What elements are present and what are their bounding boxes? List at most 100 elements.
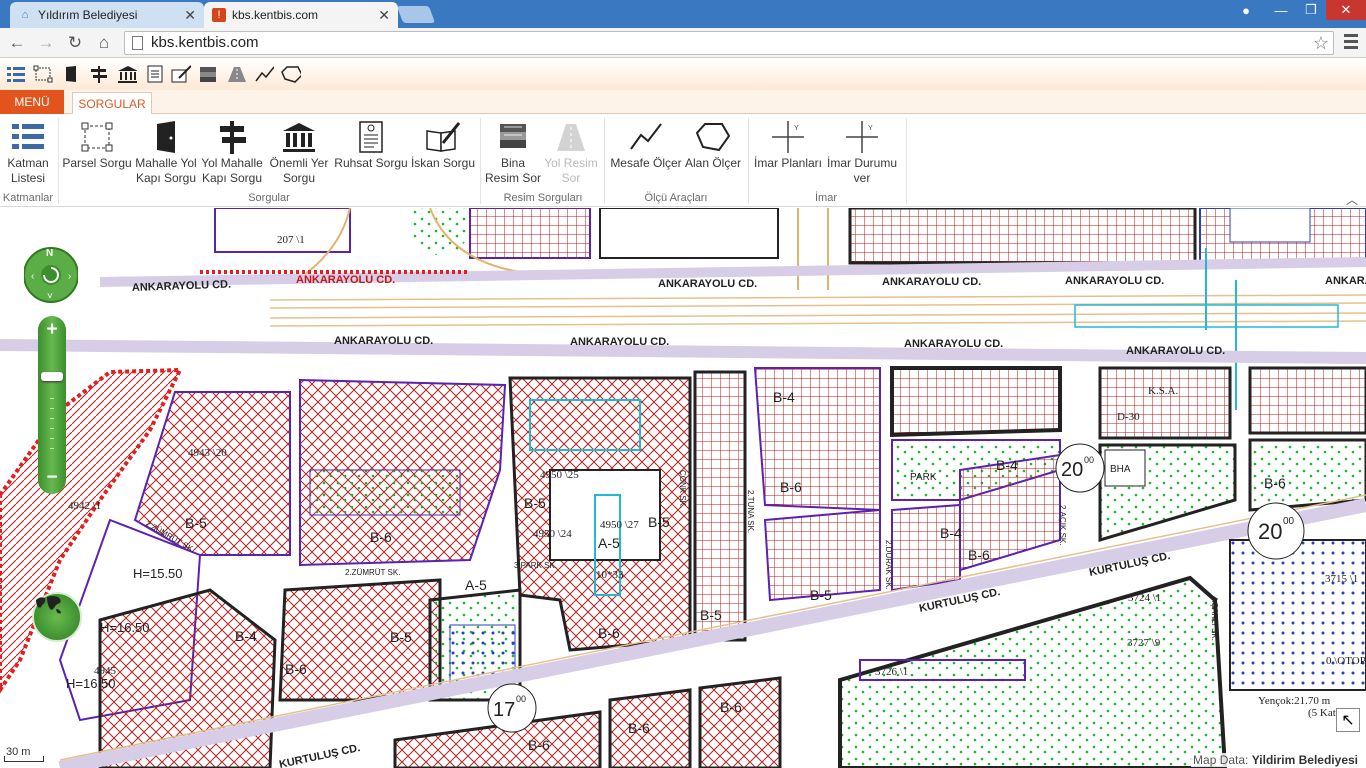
street-label: 2.AÇIK SK. — [1058, 505, 1067, 545]
park-label: PARK — [910, 472, 937, 483]
browser-tab-kentbis[interactable]: ! kbs.kentbis.com ✕ — [204, 2, 398, 28]
zone-label: B-5 — [810, 587, 832, 603]
building-photo-icon — [500, 124, 526, 148]
zone-label: B-6 — [780, 479, 802, 495]
building-icon[interactable] — [117, 65, 137, 83]
menu-tab[interactable]: MENÜ — [0, 90, 64, 114]
layers-list-icon — [12, 124, 44, 149]
svg-text:Y: Y — [868, 125, 873, 132]
browser-menu-icon[interactable] — [1344, 34, 1358, 52]
group-divider — [906, 118, 907, 204]
parsel-sorgu-button[interactable]: Parsel Sorgu — [62, 118, 132, 171]
measure-line-icon[interactable] — [254, 65, 274, 83]
parcel-query-icon — [81, 122, 113, 152]
parcel-label: Yençok:21.70 m — [1258, 695, 1331, 707]
ruhsat-sorgu-button[interactable]: Ruhsat Sorgu — [334, 118, 408, 171]
zone-label: B-4 — [773, 389, 795, 405]
forward-arrow-icon[interactable]: → — [35, 32, 57, 54]
close-window-button[interactable]: ✕ — [1326, 0, 1366, 20]
button-label: Mesafe Ölçer — [610, 156, 682, 170]
group-label-sorgular: Sorgular — [248, 192, 290, 204]
attribution-prefix: Map Data: — [1193, 753, 1252, 767]
yol-resim-sor-button[interactable]: Yol Resim Sor — [542, 118, 600, 186]
height-label: H=16.50 — [66, 676, 116, 691]
bina-resim-sor-button[interactable]: Bina Resim Sor — [484, 118, 542, 186]
height-label: H=16.50 — [100, 620, 150, 635]
zone-label: B-4 — [940, 525, 962, 541]
map-attribution: Map Data: Yildirim Belediyesi — [1191, 753, 1360, 767]
imar-durumu-ver-button[interactable]: Y İmar Durumu ver — [824, 118, 900, 186]
button-label: İmar Planları — [753, 156, 823, 170]
signpost-icon[interactable] — [89, 65, 109, 83]
browser-tabstrip: ⌂ Yıldırım Belediyesi ✕ ! kbs.kentbis.co… — [0, 0, 1366, 28]
compass-pan-control[interactable]: N ‹ › ˅ — [24, 242, 78, 308]
scale-bar: 30 m — [0, 742, 74, 768]
collapse-ribbon-icon[interactable]: ︿ — [1346, 191, 1358, 208]
expand-icon[interactable]: ↖ — [1336, 708, 1360, 732]
back-arrow-icon[interactable]: ← — [6, 32, 28, 54]
restore-button[interactable]: ❐ — [1296, 0, 1326, 20]
occupancy-icon[interactable] — [171, 65, 191, 83]
user-icon[interactable]: ● — [1234, 0, 1258, 20]
imar-planlari-button[interactable]: Y İmar Planları — [752, 118, 824, 171]
street-label: ANKARAYOLU CD. — [1065, 275, 1164, 287]
bha-label: BHA — [1110, 464, 1131, 475]
reload-icon[interactable]: ↻ — [64, 32, 86, 54]
close-tab-icon[interactable]: ✕ — [378, 7, 390, 24]
full-extent-button[interactable] — [32, 592, 82, 642]
bookmark-star-icon[interactable]: ☆ — [1313, 32, 1329, 54]
browser-tab-yildirim[interactable]: ⌂ Yıldırım Belediyesi ✕ — [10, 2, 204, 28]
parcel-label: 3724 \1 — [1128, 592, 1161, 604]
url-field[interactable]: kbs.kentbis.com ☆ — [124, 31, 1334, 55]
button-label: Önemli Yer Sorgu — [269, 156, 329, 185]
photo-road-icon[interactable] — [226, 65, 246, 83]
group-label-olcu: Ölçü Araçları — [644, 192, 708, 204]
parcel-icon[interactable] — [33, 65, 53, 83]
world-map-icon — [36, 596, 61, 614]
button-label: Yol Mahalle Kapı Sorgu — [201, 156, 263, 185]
onemli-yer-sorgu-button[interactable]: Önemli Yer Sorgu — [266, 118, 332, 186]
street-label: ANKARAYOLU CD. — [882, 276, 981, 288]
zone-label: A-5 — [598, 535, 620, 551]
zoom-in-button[interactable]: + — [38, 316, 66, 344]
close-tab-icon[interactable]: ✕ — [184, 7, 196, 24]
door-icon[interactable] — [61, 65, 81, 83]
yol-mahalle-kapi-sorgu-button[interactable]: Yol Mahalle Kapı Sorgu — [200, 118, 264, 186]
measure-area-icon[interactable] — [281, 65, 301, 83]
layers-icon[interactable] — [6, 65, 26, 83]
zone-label: B-6 — [1264, 475, 1286, 491]
katman-listesi-button[interactable]: Katman Listesi — [2, 118, 54, 186]
zone-label: B-6 — [528, 737, 550, 753]
height-value: 17 — [493, 699, 515, 721]
zone-label: B-6 — [598, 625, 620, 641]
street-label: ANKARAYOLU CD. — [658, 278, 757, 290]
group-divider — [480, 118, 481, 204]
street-label: ÇONK SK. — [678, 470, 687, 508]
parcel-label: 4942 \1 — [68, 500, 101, 512]
tab-title: kbs.kentbis.com — [232, 8, 319, 22]
new-tab-button[interactable] — [396, 6, 436, 23]
svg-text:˅: ˅ — [47, 291, 53, 302]
occupancy-book-icon — [426, 122, 461, 152]
mesafe-olcer-button[interactable]: Mesafe Ölçer — [608, 118, 684, 171]
zoom-out-button[interactable]: − — [38, 464, 66, 492]
zoom-slider[interactable]: + − — [38, 316, 66, 494]
alan-olcer-button[interactable]: Alan Ölçer — [684, 118, 742, 171]
permit-icon[interactable] — [145, 65, 165, 83]
tab-sorgular[interactable]: SORGULAR — [72, 92, 152, 115]
home-icon[interactable]: ⌂ — [93, 32, 115, 54]
cadastral-map[interactable]: ANKARAYOLU CD. ANKARAYOLU CD. ANKARAYOLU… — [0, 208, 1366, 768]
group-divider — [604, 118, 605, 204]
street-label: 3.PARK SK. — [514, 561, 557, 570]
street-label: ANKARAYOLU CD. — [296, 274, 395, 286]
iskan-sorgu-button[interactable]: İskan Sorgu — [408, 118, 478, 171]
mahalle-yol-kapi-sorgu-button[interactable]: Mahalle Yol Kapı Sorgu — [134, 118, 198, 186]
button-label: Ruhsat Sorgu — [334, 156, 408, 170]
zone-label: B-5 — [700, 607, 722, 623]
minimize-button[interactable]: — — [1266, 0, 1296, 20]
north-label: N — [46, 248, 53, 259]
parcel-label: 4950 \25 — [540, 469, 579, 481]
zoom-handle[interactable] — [41, 372, 63, 381]
photo-stack-icon[interactable] — [198, 65, 218, 83]
street-label: 2.TUNA SK. — [746, 490, 755, 533]
